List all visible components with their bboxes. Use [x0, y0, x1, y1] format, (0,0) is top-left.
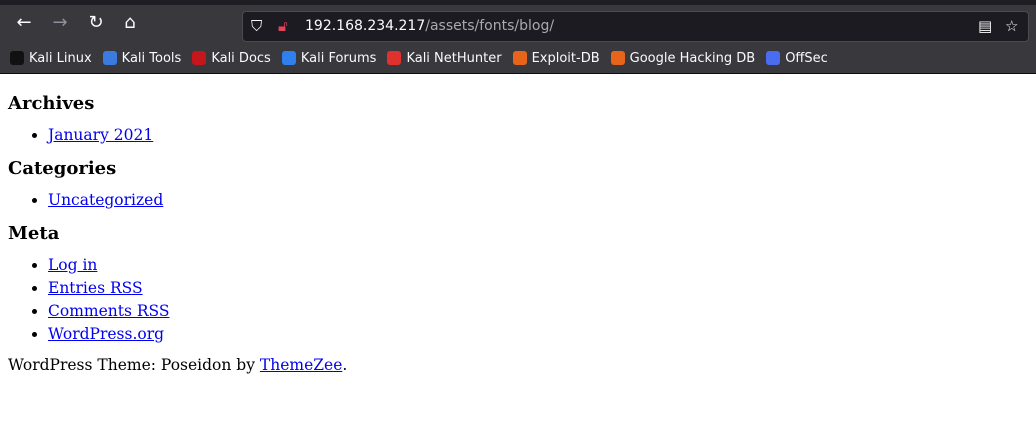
insecure-lock-icon[interactable]: 🔓︎: [278, 17, 288, 35]
wordpress-org-link[interactable]: WordPress.org: [48, 325, 164, 343]
bookmark-kali-docs[interactable]: Kali Docs: [192, 51, 271, 66]
bookmark-star-icon[interactable]: ☆: [1005, 17, 1018, 35]
bookmark-favicon-icon: [10, 51, 24, 65]
categories-heading: Categories: [8, 158, 117, 179]
category-link[interactable]: Uncategorized: [48, 191, 163, 209]
list-item: January 2021: [48, 124, 1028, 147]
bookmark-kali-linux[interactable]: Kali Linux: [10, 51, 92, 66]
bookmark-label: Kali Docs: [211, 50, 271, 66]
bookmark-exploit-db[interactable]: Exploit-DB: [512, 50, 600, 66]
bookmark-kali-forums[interactable]: Kali Forums: [281, 50, 377, 66]
list-item: Entries RSS: [48, 277, 1028, 300]
meta-list: Log in Entries RSS Comments RSS WordPres…: [48, 254, 1028, 346]
bookmark-label: Kali Linux: [29, 50, 92, 66]
login-link[interactable]: Log in: [48, 256, 97, 274]
url-bar[interactable]: ⛉ 🔓︎ 192.168.234.217/assets/fonts/blog/ …: [242, 11, 1029, 42]
bookmark-google-hacking-db[interactable]: Google Hacking DB: [610, 50, 756, 66]
bookmark-favicon-icon: [102, 51, 117, 65]
bookmark-label: Kali Tools: [121, 50, 182, 66]
bookmark-favicon-icon: [192, 51, 207, 65]
url-path: /assets/fonts/blog/: [425, 18, 555, 34]
url-host: 192.168.234.217: [305, 18, 426, 34]
browser-chrome: ← → ↻ ⌂ ⛉ 🔓︎ 192.168.234.217/assets/font…: [0, 0, 1036, 74]
bookmark-favicon-icon: [766, 51, 781, 65]
back-icon[interactable]: ←: [12, 11, 36, 35]
archives-list: January 2021: [48, 124, 1028, 147]
themezee-link[interactable]: ThemeZee: [260, 356, 342, 374]
list-item: Comments RSS: [48, 300, 1028, 323]
reload-icon[interactable]: ↻: [84, 11, 108, 35]
bookmark-label: Kali NetHunter: [406, 50, 502, 66]
bookmark-label: Exploit-DB: [531, 50, 600, 66]
bookmark-kali-tools[interactable]: Kali Tools: [102, 50, 182, 66]
footer-suffix: .: [342, 356, 348, 374]
comments-rss-link[interactable]: Comments RSS: [48, 302, 170, 320]
list-item: WordPress.org: [48, 323, 1028, 346]
forward-icon[interactable]: →: [48, 11, 72, 35]
bookmark-kali-nethunter[interactable]: Kali NetHunter: [387, 50, 502, 66]
bookmark-favicon-icon: [281, 51, 296, 65]
bookmark-favicon-icon: [610, 51, 625, 65]
bookmarks-toolbar: Kali Linux Kali Tools Kali Docs Kali Forums…: [0, 44, 1036, 72]
meta-heading: Meta: [8, 223, 60, 244]
categories-list: Uncategorized: [48, 189, 1028, 212]
bookmark-label: OffSec: [785, 50, 828, 66]
list-item: Uncategorized: [48, 189, 1028, 212]
nav-toolbar: ← → ↻ ⌂ ⛉ 🔓︎ 192.168.234.217/assets/font…: [0, 5, 1036, 42]
reader-view-icon[interactable]: ▤: [978, 17, 992, 35]
footer: WordPress Theme: Poseidon by ThemeZee.: [8, 356, 1028, 374]
archives-heading: Archives: [8, 93, 95, 114]
archive-link[interactable]: January 2021: [48, 126, 153, 144]
home-icon[interactable]: ⌂: [118, 11, 142, 35]
entries-rss-link[interactable]: Entries RSS: [48, 279, 143, 297]
shield-icon[interactable]: ⛉: [251, 17, 262, 35]
bookmark-favicon-icon: [387, 51, 402, 65]
bookmark-offsec[interactable]: OffSec: [766, 51, 828, 66]
bookmark-label: Kali Forums: [300, 50, 377, 66]
bookmark-favicon-icon: [512, 51, 527, 65]
page-content: Archives January 2021 Categories Uncateg…: [0, 74, 1036, 374]
bookmark-label: Google Hacking DB: [629, 50, 756, 66]
list-item: Log in: [48, 254, 1028, 277]
footer-text: WordPress Theme: Poseidon by: [8, 356, 260, 374]
